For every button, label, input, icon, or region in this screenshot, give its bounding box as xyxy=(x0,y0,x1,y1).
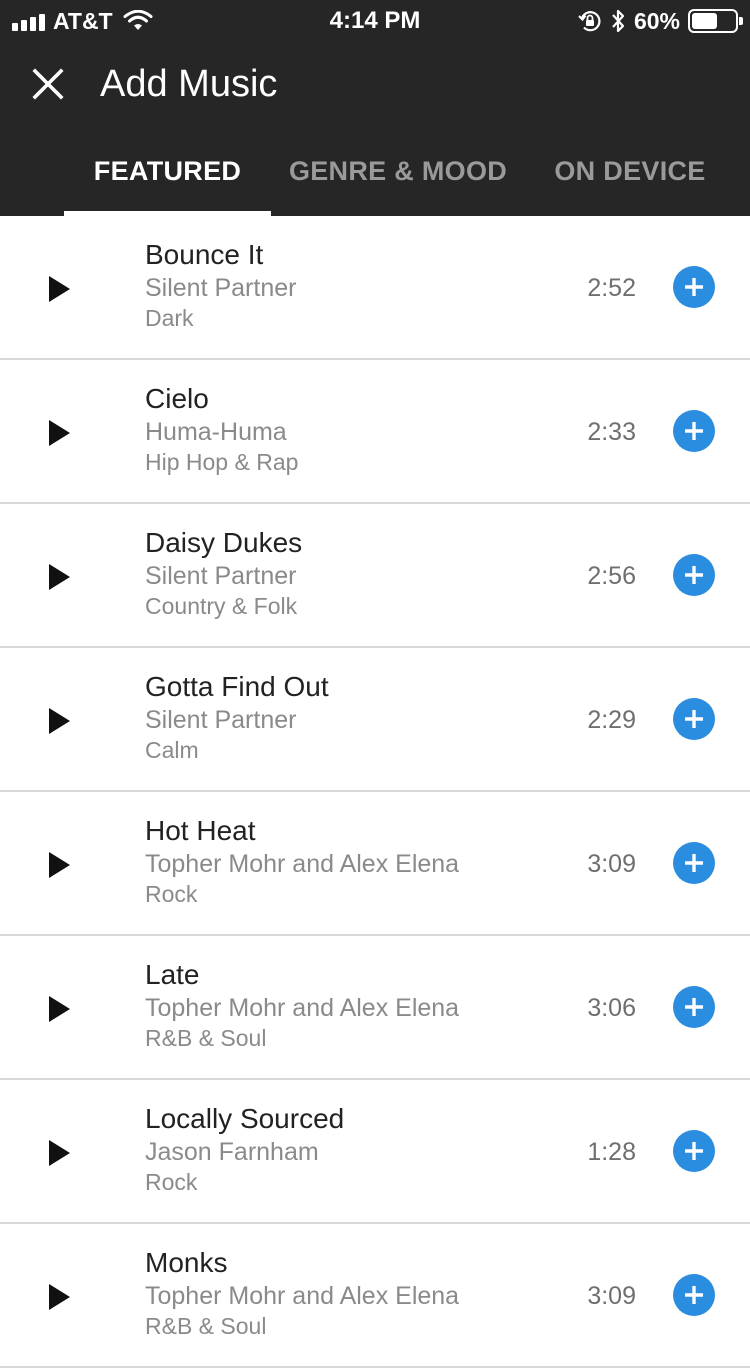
track-artist: Silent Partner xyxy=(145,706,297,734)
play-icon xyxy=(49,276,70,302)
track-genre: R&B & Soul xyxy=(145,1313,267,1339)
add-track-button[interactable] xyxy=(673,1130,715,1172)
play-icon xyxy=(49,708,70,734)
track-duration: 1:28 xyxy=(587,1138,636,1166)
track-row[interactable]: Gotta Find Out Silent Partner Calm 2:29 xyxy=(0,648,750,792)
track-row[interactable]: Bounce It Silent Partner Dark 2:52 xyxy=(0,216,750,360)
plus-icon xyxy=(685,278,703,296)
app-header: AT&T 4:14 PM 60% Add Music FEATURED GENR… xyxy=(0,0,750,216)
track-row[interactable]: Cielo Huma-Huma Hip Hop & Rap 2:33 xyxy=(0,360,750,504)
track-genre: Rock xyxy=(145,881,198,907)
plus-icon xyxy=(685,1286,703,1304)
play-icon xyxy=(49,1284,70,1310)
track-row[interactable]: Locally Sourced Jason Farnham Rock 1:28 xyxy=(0,1080,750,1224)
close-button[interactable] xyxy=(26,62,70,106)
play-button[interactable] xyxy=(36,1274,82,1320)
tab-on-device[interactable]: ON DEVICE xyxy=(546,134,714,216)
play-button[interactable] xyxy=(36,410,82,456)
track-row[interactable]: Monks Topher Mohr and Alex Elena R&B & Sou… xyxy=(0,1224,750,1368)
track-title: Locally Sourced xyxy=(145,1103,345,1134)
plus-icon xyxy=(685,422,703,440)
play-button[interactable] xyxy=(36,986,82,1032)
track-row[interactable]: Hot Heat Topher Mohr and Alex Elena Rock 3:… xyxy=(0,792,750,936)
battery-percent: 60% xyxy=(633,7,680,34)
track-genre: R&B & Soul xyxy=(145,1025,267,1051)
play-button[interactable] xyxy=(36,1130,82,1176)
add-track-button[interactable] xyxy=(673,1274,715,1316)
track-title: Monks xyxy=(145,1247,228,1278)
track-artist: Topher Mohr and Alex Elena xyxy=(145,850,460,878)
add-track-button[interactable] xyxy=(673,698,715,740)
track-duration: 2:33 xyxy=(587,418,636,446)
track-artist: Topher Mohr and Alex Elena xyxy=(145,994,460,1022)
track-genre: Country & Folk xyxy=(145,593,298,619)
play-button[interactable] xyxy=(36,266,82,312)
play-button[interactable] xyxy=(36,698,82,744)
track-artist: Jason Farnham xyxy=(145,1138,319,1166)
track-list: Bounce It Silent Partner Dark 2:52 Cielo Huma… xyxy=(0,216,750,1368)
plus-icon xyxy=(685,710,703,728)
tab-featured[interactable]: FEATURED xyxy=(64,134,271,216)
add-track-button[interactable] xyxy=(673,842,715,884)
add-track-button[interactable] xyxy=(673,410,715,452)
track-duration: 3:09 xyxy=(587,1282,636,1310)
play-icon xyxy=(49,420,70,446)
tab-bar: FEATURED GENRE & MOOD ON DEVICE xyxy=(0,134,750,216)
track-title: Hot Heat xyxy=(145,815,256,846)
track-row[interactable]: Daisy Dukes Silent Partner Country & Folk 2… xyxy=(0,504,750,648)
track-genre: Rock xyxy=(145,1169,198,1195)
track-title: Bounce It xyxy=(145,239,264,270)
play-icon xyxy=(49,996,70,1022)
track-title: Cielo xyxy=(145,383,209,414)
add-track-button[interactable] xyxy=(673,554,715,596)
plus-icon xyxy=(685,998,703,1016)
status-right: 60% xyxy=(578,6,743,36)
track-duration: 3:09 xyxy=(587,850,636,878)
track-genre: Dark xyxy=(145,305,194,331)
plus-icon xyxy=(685,566,703,584)
track-artist: Huma-Huma xyxy=(145,418,287,446)
play-icon xyxy=(49,852,70,878)
plus-icon xyxy=(685,854,703,872)
track-artist: Silent Partner xyxy=(145,562,297,590)
track-artist: Silent Partner xyxy=(145,274,297,302)
track-title: Late xyxy=(145,959,200,990)
track-title: Daisy Dukes xyxy=(145,527,303,558)
play-button[interactable] xyxy=(36,554,82,600)
page-title: Add Music xyxy=(100,63,278,105)
rotation-lock-icon xyxy=(578,11,601,32)
add-track-button[interactable] xyxy=(673,266,715,308)
play-icon xyxy=(49,564,70,590)
bluetooth-icon xyxy=(612,9,625,33)
tab-genre-mood[interactable]: GENRE & MOOD xyxy=(282,134,514,216)
track-duration: 3:06 xyxy=(587,994,636,1022)
status-bar: AT&T 4:14 PM 60% xyxy=(0,0,750,42)
play-button[interactable] xyxy=(36,842,82,888)
play-icon xyxy=(49,1140,70,1166)
track-genre: Hip Hop & Rap xyxy=(145,449,299,475)
battery-icon xyxy=(688,9,743,33)
track-duration: 2:52 xyxy=(587,274,636,302)
plus-icon xyxy=(685,1142,703,1160)
battery-fill xyxy=(692,13,718,29)
track-genre: Calm xyxy=(145,737,199,763)
add-track-button[interactable] xyxy=(673,986,715,1028)
track-title: Gotta Find Out xyxy=(145,671,329,702)
track-duration: 2:56 xyxy=(587,562,636,590)
track-row[interactable]: Late Topher Mohr and Alex Elena R&B & Soul… xyxy=(0,936,750,1080)
close-icon xyxy=(32,68,64,100)
track-artist: Topher Mohr and Alex Elena xyxy=(145,1282,460,1310)
track-duration: 2:29 xyxy=(587,706,636,734)
